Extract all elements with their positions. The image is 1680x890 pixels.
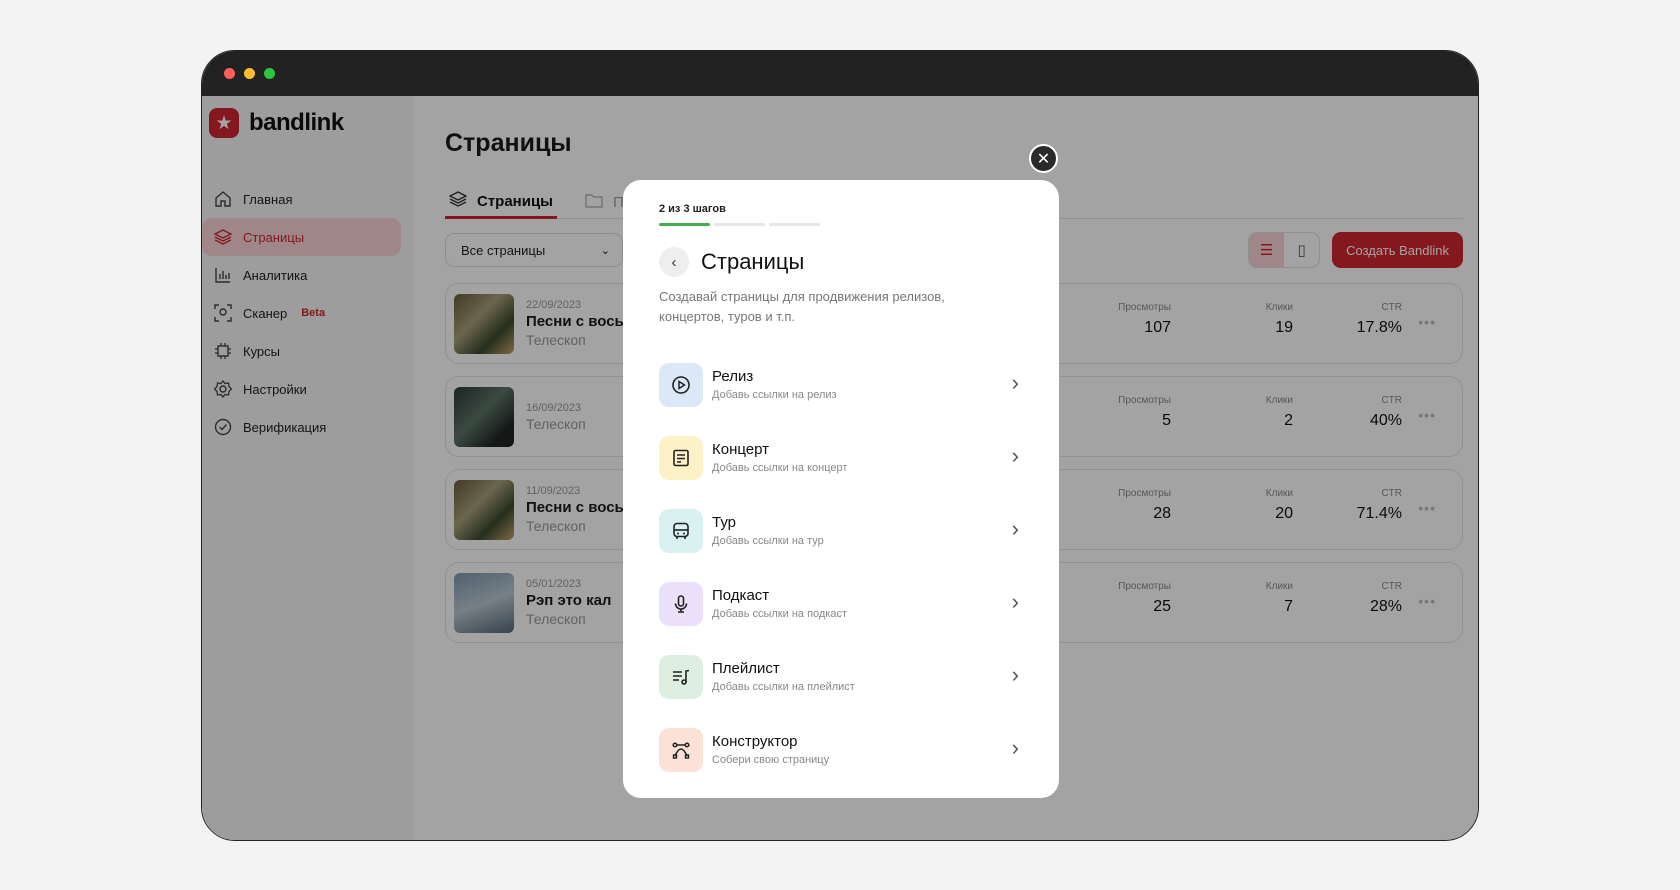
microphone-icon	[659, 581, 703, 626]
page-type-options: Релиз Добавь ссылки на релиз › Концерт Добав…	[659, 348, 1023, 786]
option-playlist[interactable]: Плейлист Добавь ссылки на плейлист ›	[659, 640, 1023, 713]
chevron-right-icon: ›	[1011, 735, 1019, 760]
option-vector[interactable]: Конструктор Собери свою страницу ›	[659, 713, 1023, 786]
option-title: Конструктор	[712, 733, 798, 750]
option-text: Плейлист Добавь ссылки на плейлист	[712, 660, 855, 693]
modal-description: Создавай страницы для продвижения релизо…	[659, 289, 945, 324]
option-subtitle: Добавь ссылки на релиз	[712, 389, 837, 401]
option-subtitle: Добавь ссылки на плейлист	[712, 681, 855, 693]
close-window-dot[interactable]	[224, 68, 235, 79]
close-icon[interactable]: ✕	[1029, 144, 1058, 173]
option-subtitle: Собери свою страницу	[712, 754, 830, 766]
option-play-circle[interactable]: Релиз Добавь ссылки на релиз ›	[659, 348, 1023, 421]
option-title: Концерт	[712, 441, 770, 458]
option-title: Тур	[712, 514, 736, 531]
chevron-right-icon: ›	[1011, 516, 1019, 541]
option-text: Тур Добавь ссылки на тур	[712, 514, 824, 547]
progress-segment	[769, 223, 820, 226]
option-microphone[interactable]: Подкаст Добавь ссылки на подкаст ›	[659, 567, 1023, 640]
option-subtitle: Добавь ссылки на концерт	[712, 462, 848, 474]
minimize-window-dot[interactable]	[244, 68, 255, 79]
vector-icon	[659, 727, 703, 772]
playlist-icon	[659, 654, 703, 699]
steps-label: 2 из 3 шагов	[659, 203, 726, 215]
option-text: Конструктор Собери свою страницу	[712, 733, 829, 766]
modal-title: Страницы	[701, 249, 805, 274]
modal-header: ‹ Страницы	[659, 247, 1023, 277]
option-title: Релиз	[712, 368, 754, 385]
option-ticket[interactable]: Концерт Добавь ссылки на концерт ›	[659, 421, 1023, 494]
option-subtitle: Добавь ссылки на тур	[712, 535, 824, 547]
chevron-right-icon: ›	[1011, 443, 1019, 468]
option-text: Релиз Добавь ссылки на релиз	[712, 368, 837, 401]
option-title: Подкаст	[712, 587, 770, 604]
create-page-modal: 2 из 3 шагов ‹ Страницы Создавай страниц…	[623, 180, 1059, 798]
chevron-right-icon: ›	[1011, 370, 1019, 395]
progress-segment	[659, 223, 710, 226]
option-text: Подкаст Добавь ссылки на подкаст	[712, 587, 847, 620]
option-title: Плейлист	[712, 660, 780, 677]
ticket-icon	[659, 435, 703, 480]
progress-segment	[714, 223, 765, 226]
option-subtitle: Добавь ссылки на подкаст	[712, 608, 848, 620]
back-arrow-icon[interactable]: ‹	[659, 247, 689, 277]
option-text: Концерт Добавь ссылки на концерт	[712, 441, 847, 474]
chevron-right-icon: ›	[1011, 662, 1019, 687]
play-circle-icon	[659, 362, 703, 407]
maximize-window-dot[interactable]	[264, 68, 275, 79]
window-titlebar	[202, 51, 1478, 96]
option-bus[interactable]: Тур Добавь ссылки на тур ›	[659, 494, 1023, 567]
chevron-right-icon: ›	[1011, 589, 1019, 614]
steps-progress	[659, 223, 1023, 226]
bus-icon	[659, 508, 703, 553]
